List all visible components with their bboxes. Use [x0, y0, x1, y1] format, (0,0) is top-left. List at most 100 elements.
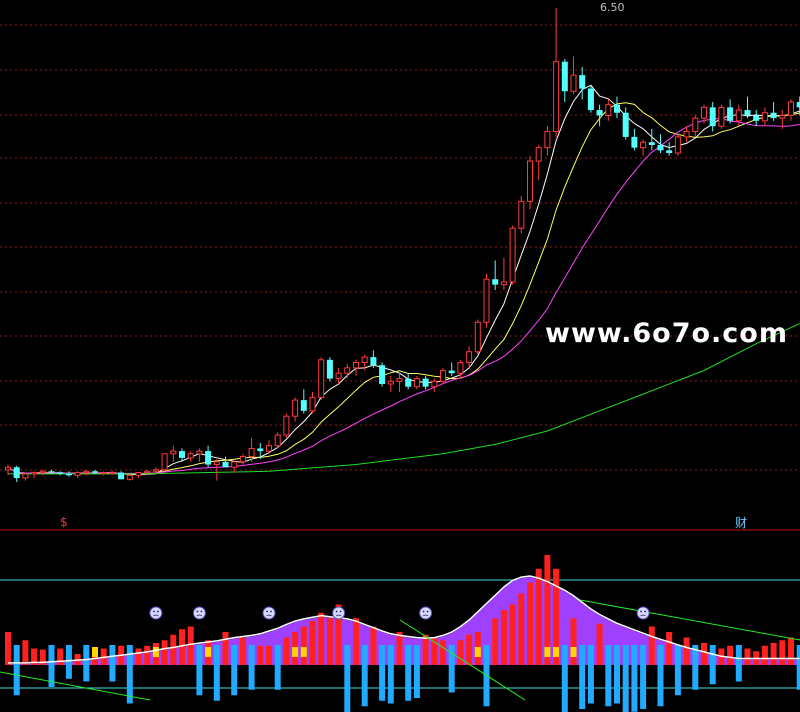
- candle-body: [527, 160, 533, 202]
- indicator-bar: [13, 645, 20, 696]
- indicator-bar: [65, 645, 72, 679]
- candle: [196, 448, 203, 462]
- candle-body: [379, 365, 386, 384]
- indicator-bar: [413, 645, 420, 698]
- candle-body: [587, 88, 594, 111]
- candle: [640, 139, 647, 156]
- indicator-accent: [152, 647, 159, 657]
- indicator-bar: [379, 645, 386, 701]
- candle-body: [266, 445, 272, 452]
- indicator-bar: [22, 640, 29, 665]
- candle: [222, 456, 229, 468]
- candle-body: [761, 112, 768, 122]
- candle-body: [152, 469, 159, 472]
- candle-body: [440, 370, 446, 382]
- candle: [448, 362, 455, 376]
- candle-body: [544, 131, 551, 149]
- candle: [570, 56, 577, 94]
- watermark-logo: www.6o7o.com: [545, 318, 788, 349]
- candle: [170, 445, 177, 462]
- candle: [13, 465, 20, 482]
- indicator-bar: [266, 645, 272, 665]
- candle-body: [718, 106, 725, 127]
- candle-body: [553, 61, 560, 133]
- indicator-bar: [274, 645, 281, 690]
- indicator-bar: [309, 621, 316, 665]
- candle-body: [179, 451, 185, 458]
- candle-body: [283, 415, 290, 436]
- indicator-bar: [48, 645, 55, 687]
- indicator-bar: [179, 629, 185, 665]
- indicator-accent: [292, 647, 299, 657]
- indicator-bar: [326, 618, 333, 665]
- indicator-bar: [387, 645, 394, 704]
- candle-body: [22, 473, 29, 479]
- face-icon-eye: [335, 610, 338, 613]
- candle: [309, 392, 316, 414]
- candle: [727, 99, 734, 124]
- candle-body: [570, 74, 577, 92]
- candle-body: [135, 472, 142, 476]
- candle-body: [83, 470, 90, 474]
- candle: [544, 126, 551, 156]
- indicator-bar: [535, 568, 542, 665]
- candle: [109, 471, 116, 475]
- indicator-area: [8, 577, 800, 665]
- candle-body: [31, 472, 38, 475]
- indicator-bar: [761, 645, 768, 665]
- candle: [344, 363, 351, 379]
- indicator-bar: [727, 645, 734, 665]
- candle: [353, 359, 359, 376]
- candle-body: [387, 380, 394, 385]
- candle-body: [692, 117, 699, 133]
- indicator-bar: [187, 626, 194, 665]
- indicator-bar: [605, 645, 612, 707]
- candle-body: [518, 200, 525, 229]
- candle: [126, 473, 133, 481]
- candle-body: [100, 472, 107, 475]
- candle-body: [170, 450, 177, 455]
- indicator-bar: [222, 632, 229, 665]
- face-icon-eye: [426, 610, 429, 613]
- candle-body: [292, 399, 299, 417]
- candle-body: [361, 356, 368, 363]
- candle-body: [257, 448, 264, 452]
- indicator-bar: [300, 626, 307, 665]
- indicator-bar: [527, 582, 533, 665]
- candle: [500, 257, 507, 290]
- candle-body: [222, 461, 229, 468]
- face-icon-eye: [339, 610, 342, 613]
- indicator-bar: [788, 637, 794, 665]
- indicator-bar: [518, 593, 525, 665]
- candle: [605, 99, 612, 121]
- candle: [509, 225, 516, 285]
- candle: [231, 461, 238, 473]
- candle-body: [335, 372, 342, 380]
- indicator-bar: [170, 634, 177, 665]
- candle-body: [239, 455, 246, 463]
- candle: [283, 413, 290, 438]
- candle-body: [353, 361, 359, 369]
- candle: [535, 144, 542, 180]
- candle-body: [657, 144, 664, 151]
- indicator-bar: [561, 645, 568, 712]
- face-icon: [262, 606, 276, 620]
- candle: [770, 101, 777, 121]
- candle-body: [13, 467, 20, 478]
- indicator-bar: [361, 645, 368, 707]
- candle: [118, 471, 125, 480]
- face-icon-circle: [636, 606, 650, 620]
- candle: [22, 472, 29, 481]
- indicator-bar: [196, 645, 203, 696]
- indicator-accent: [570, 647, 577, 657]
- candle: [483, 273, 490, 328]
- candle: [596, 104, 603, 127]
- candle: [622, 107, 629, 140]
- face-icon: [332, 606, 346, 620]
- face-icon: [419, 606, 433, 620]
- candle-body: [57, 472, 64, 474]
- indicator-bar: [509, 604, 516, 665]
- candle-body: [396, 378, 403, 382]
- candle: [735, 104, 742, 127]
- candle: [387, 375, 394, 393]
